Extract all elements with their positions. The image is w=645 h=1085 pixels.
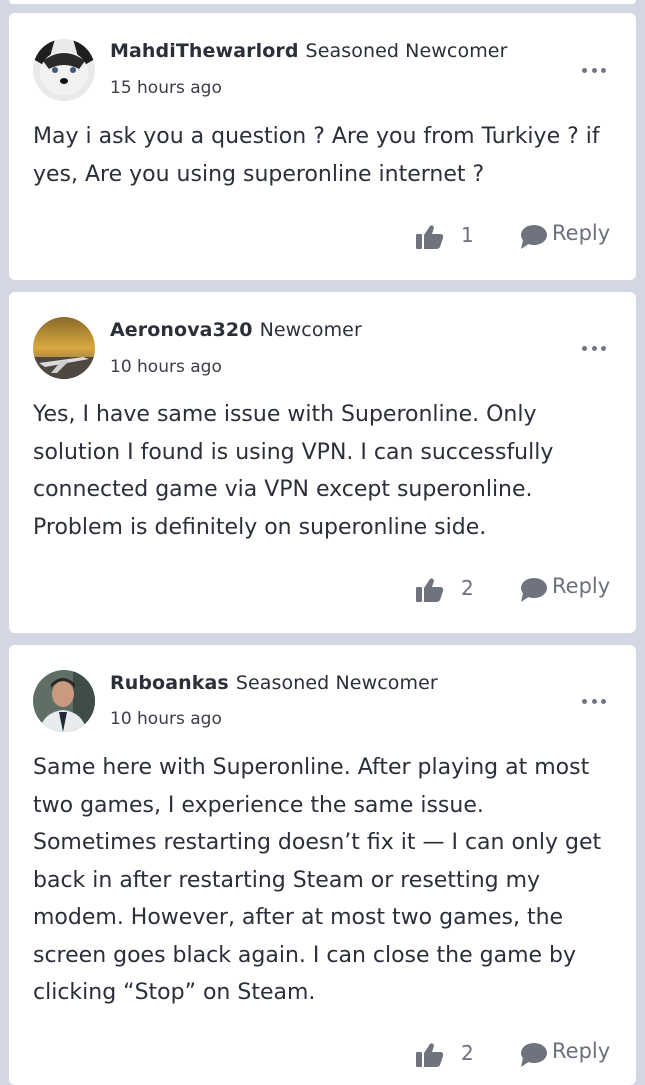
thumbs-up-icon[interactable] [416, 1042, 444, 1068]
comment-body: Same here with Superonline. After playin… [33, 755, 602, 1005]
reply-button[interactable]: Reply [552, 221, 610, 245]
more-options-icon[interactable] [582, 697, 606, 705]
author-rank: Seasoned Newcomer [305, 40, 508, 62]
comment-author[interactable]: Ruboankas Seasoned Newcomer [110, 672, 438, 694]
speech-bubble-icon[interactable] [519, 224, 547, 250]
comment-author[interactable]: Aeronova320 Newcomer [110, 319, 362, 341]
airplane-sunset-avatar[interactable] [33, 317, 95, 379]
author-name[interactable]: Aeronova320 [110, 319, 253, 341]
like-count: 2 [461, 576, 474, 600]
comment-author[interactable]: MahdiThewarlord Seasoned Newcomer [110, 40, 508, 62]
comment-card: MahdiThewarlord Seasoned Newcomer 15 hour… [9, 13, 636, 280]
like-count: 2 [461, 1041, 474, 1065]
author-rank: Seasoned Newcomer [235, 672, 438, 694]
reply-button[interactable]: Reply [552, 1039, 610, 1063]
thumbs-up-icon[interactable] [416, 577, 444, 603]
comment-timestamp: 15 hours ago [110, 78, 222, 98]
speech-bubble-icon[interactable] [519, 577, 547, 603]
comment-card: Aeronova320 Newcomer 10 hours ago Yes, I … [9, 292, 636, 633]
author-name[interactable]: Ruboankas [110, 672, 229, 694]
husky-avatar[interactable] [33, 39, 95, 101]
more-options-icon[interactable] [582, 344, 606, 352]
previous-card-edge [9, 0, 636, 4]
speech-bubble-icon[interactable] [519, 1042, 547, 1068]
comment-timestamp: 10 hours ago [110, 357, 222, 377]
like-count: 1 [461, 223, 474, 247]
person-avatar[interactable] [33, 670, 95, 732]
comment-card: Ruboankas Seasoned Newcomer 10 hours ago … [9, 645, 636, 1085]
comment-timestamp: 10 hours ago [110, 709, 222, 729]
author-name[interactable]: MahdiThewarlord [110, 40, 299, 62]
comment-body: May i ask you a question ? Are you from … [33, 124, 600, 187]
reply-button[interactable]: Reply [552, 574, 610, 598]
comment-body: Yes, I have same issue with Superonline.… [33, 402, 554, 540]
author-rank: Newcomer [259, 319, 362, 341]
more-options-icon[interactable] [582, 66, 606, 74]
thumbs-up-icon[interactable] [416, 224, 444, 250]
